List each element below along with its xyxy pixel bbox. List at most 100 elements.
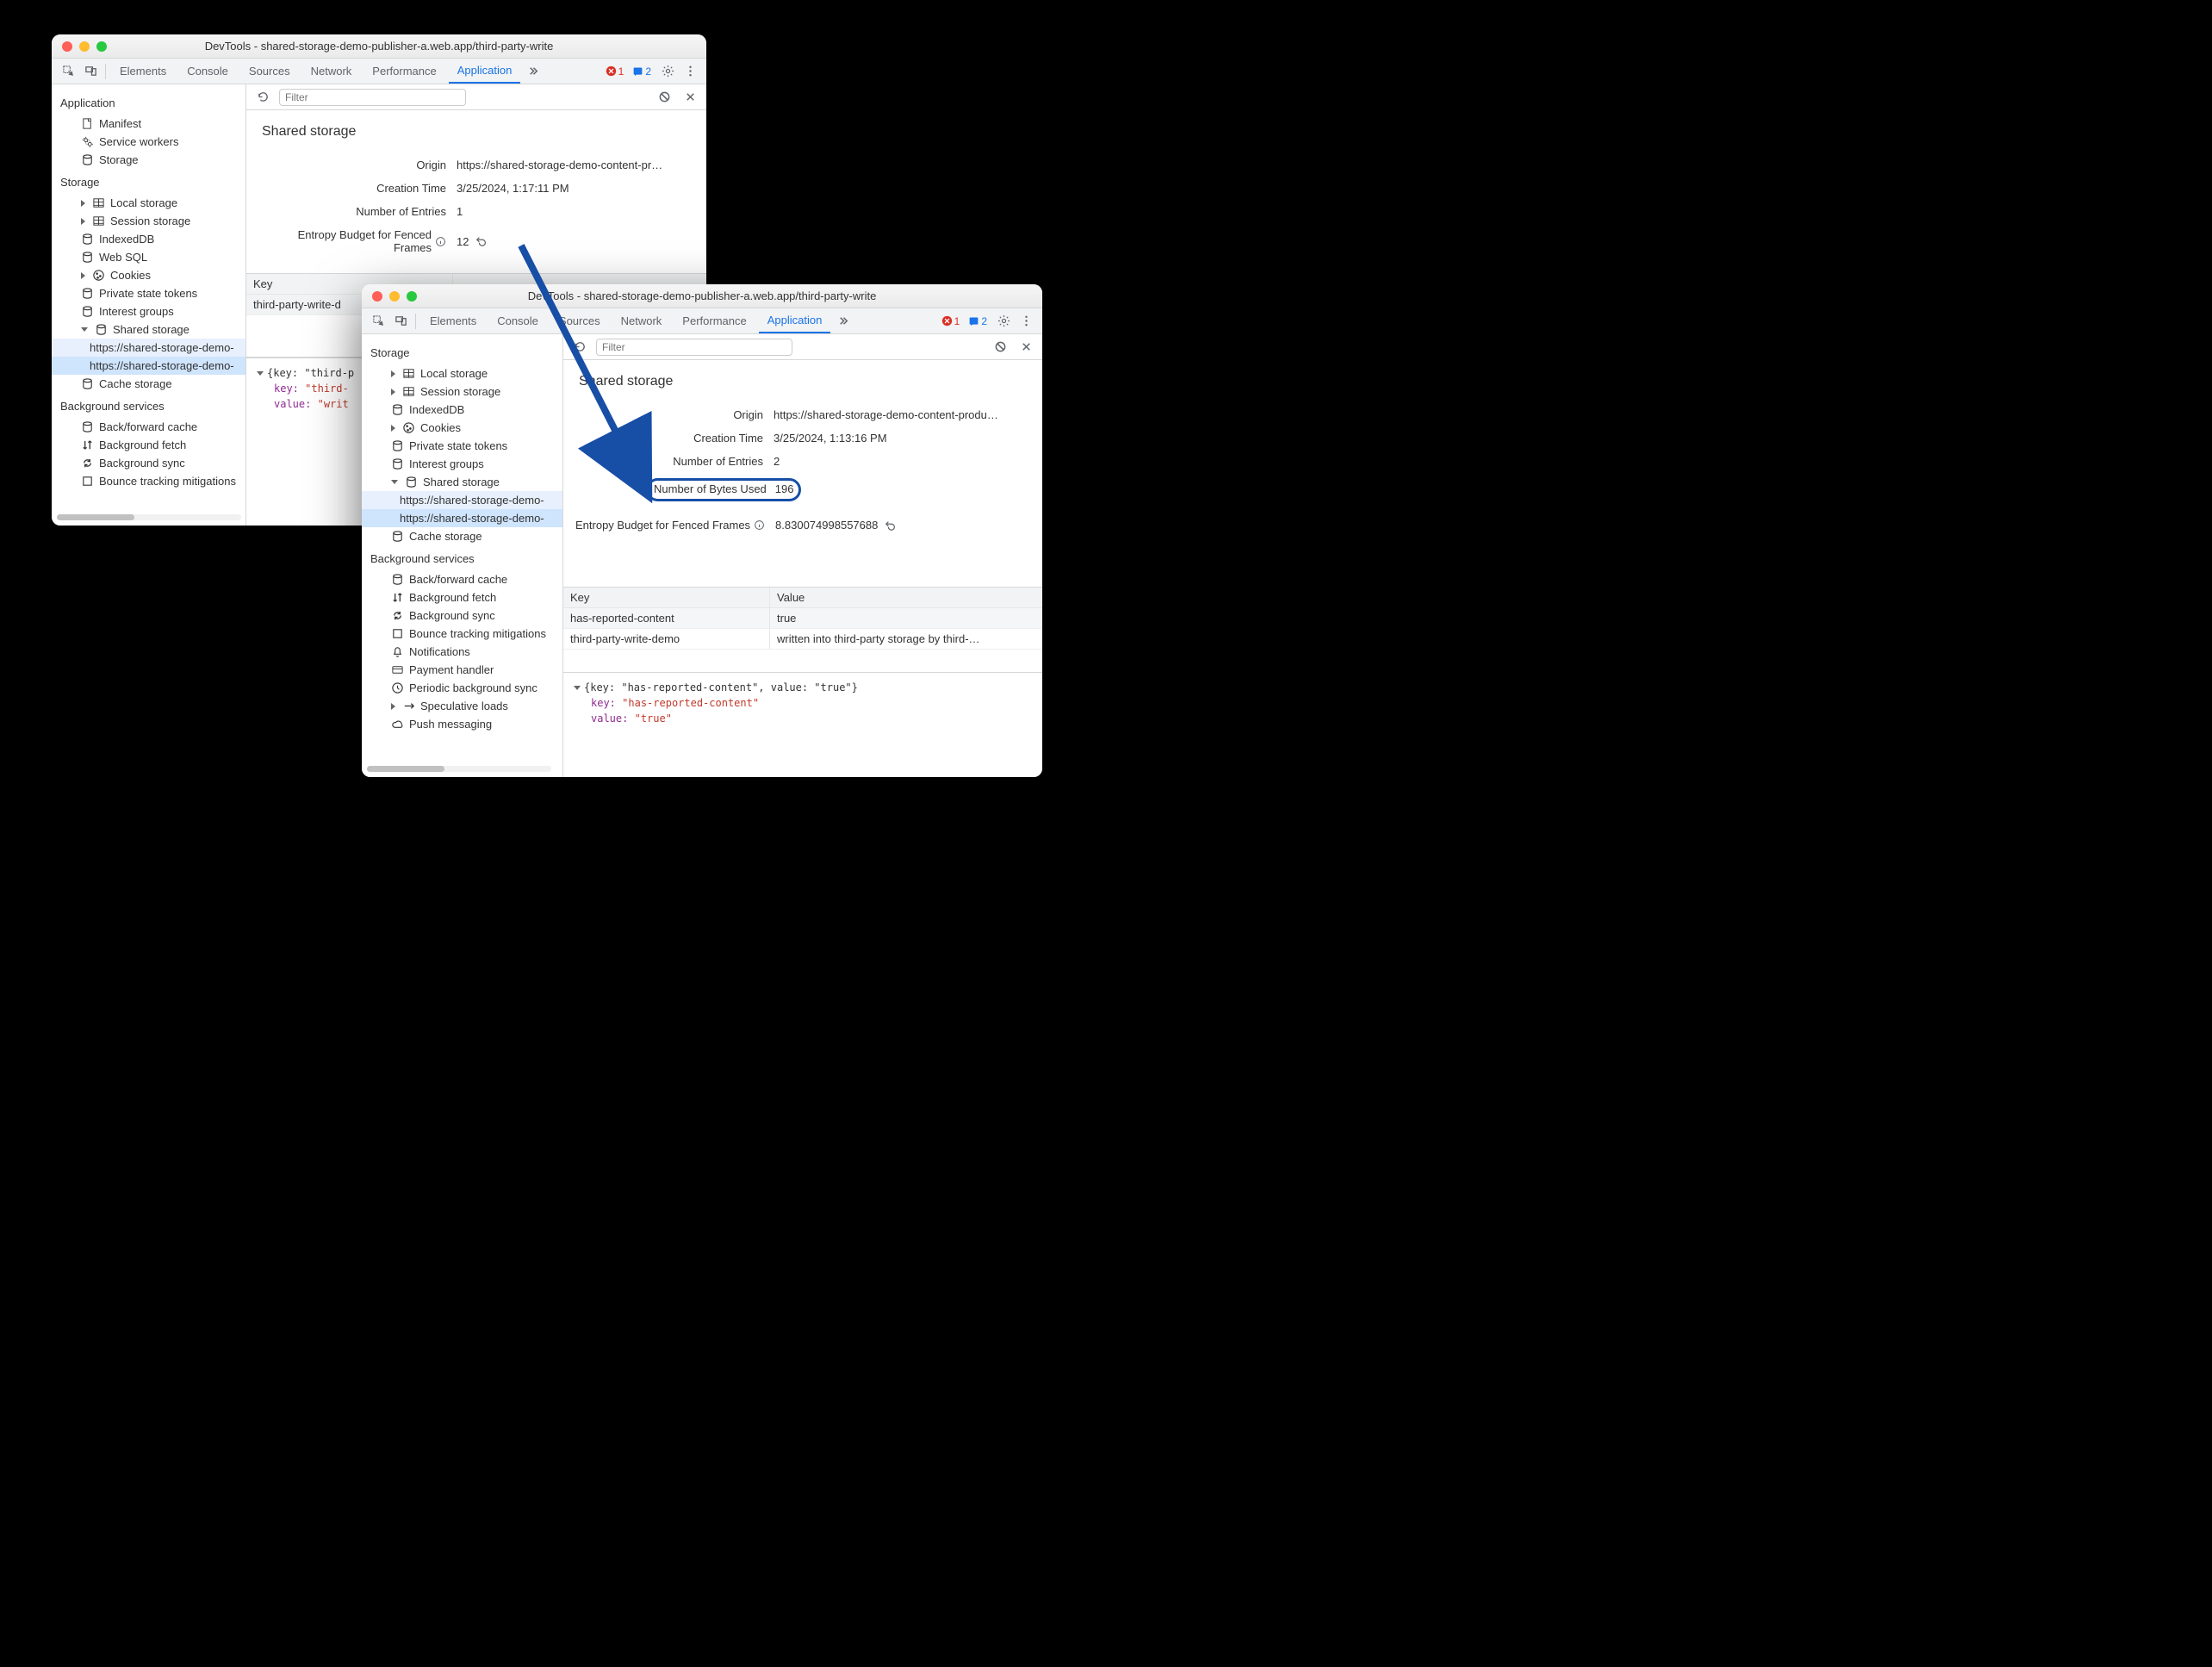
- sidebar-item-session-storage[interactable]: Session storage: [52, 212, 245, 230]
- tab-sources[interactable]: Sources: [550, 308, 609, 333]
- sidebar-item-bounce-tracking[interactable]: Bounce tracking mitigations: [362, 625, 562, 643]
- reset-entropy-icon[interactable]: [885, 519, 897, 532]
- sidebar-item-cookies[interactable]: Cookies: [52, 266, 245, 284]
- row-creation-time: Creation Time3/25/2024, 1:13:16 PM: [575, 426, 1030, 450]
- sidebar-item-push-messaging[interactable]: Push messaging: [362, 715, 562, 733]
- horizontal-scrollbar[interactable]: [367, 766, 551, 772]
- filter-toolbar: [563, 334, 1042, 360]
- sidebar-item-interest-groups[interactable]: Interest groups: [362, 455, 562, 473]
- zoom-window-button[interactable]: [96, 41, 107, 52]
- devtools-window-front: DevTools - shared-storage-demo-publisher…: [362, 284, 1042, 777]
- device-toggle-icon[interactable]: [391, 312, 410, 331]
- row-num-bytes-used: Number of Bytes Used 196: [575, 473, 1030, 507]
- sidebar-item-storage[interactable]: Storage: [52, 151, 245, 169]
- sidebar-item-web-sql[interactable]: Web SQL: [52, 248, 245, 266]
- sidebar-item-periodic-bg-sync[interactable]: Periodic background sync: [362, 679, 562, 697]
- settings-gear-icon[interactable]: [994, 312, 1013, 331]
- sidebar-item-session-storage[interactable]: Session storage: [362, 383, 562, 401]
- sidebar-item-local-storage[interactable]: Local storage: [52, 194, 245, 212]
- sidebar-item-interest-groups[interactable]: Interest groups: [52, 302, 245, 320]
- inspect-element-icon[interactable]: [369, 312, 388, 331]
- settings-gear-icon[interactable]: [658, 62, 677, 81]
- table-row[interactable]: has-reported-contenttrue: [563, 608, 1042, 629]
- sidebar-item-speculative-loads[interactable]: Speculative loads: [362, 697, 562, 715]
- refresh-icon[interactable]: [253, 88, 272, 107]
- sidebar-item-background-sync[interactable]: Background sync: [362, 606, 562, 625]
- col-value[interactable]: Value: [770, 588, 1042, 607]
- sidebar-item-payment-handler[interactable]: Payment handler: [362, 661, 562, 679]
- minimize-window-button[interactable]: [389, 291, 400, 302]
- sidebar-item-local-storage[interactable]: Local storage: [362, 364, 562, 383]
- clear-icon[interactable]: [991, 338, 1010, 357]
- close-window-button[interactable]: [372, 291, 382, 302]
- devtools-tabs: Elements Console Sources Network Perform…: [52, 59, 706, 84]
- tab-application[interactable]: Application: [449, 59, 521, 84]
- filter-input[interactable]: [279, 89, 466, 106]
- sidebar-item-shared-storage[interactable]: Shared storage: [362, 473, 562, 491]
- tab-sources[interactable]: Sources: [240, 59, 299, 84]
- sidebar-item-cache-storage[interactable]: Cache storage: [52, 375, 245, 393]
- object-preview: {key: "has-reported-content", value: "tr…: [563, 672, 1042, 733]
- sidebar-item-bounce-tracking[interactable]: Bounce tracking mitigations: [52, 472, 245, 490]
- device-toggle-icon[interactable]: [81, 62, 100, 81]
- inspect-element-icon[interactable]: [59, 62, 78, 81]
- filter-input[interactable]: [596, 339, 792, 356]
- tab-performance[interactable]: Performance: [363, 59, 444, 84]
- close-panel-icon[interactable]: [1016, 338, 1035, 357]
- row-origin: Originhttps://shared-storage-demo-conten…: [575, 403, 1030, 426]
- horizontal-scrollbar[interactable]: [57, 514, 241, 520]
- traffic-lights: [52, 41, 107, 52]
- sidebar-item-cache-storage[interactable]: Cache storage: [362, 527, 562, 545]
- sidebar-item-manifest[interactable]: Manifest: [52, 115, 245, 133]
- shared-storage-origin-1[interactable]: https://shared-storage-demo-: [52, 339, 245, 357]
- shared-storage-origin-2[interactable]: https://shared-storage-demo-: [52, 357, 245, 375]
- tab-application[interactable]: Application: [759, 308, 831, 333]
- kebab-menu-icon[interactable]: [1016, 312, 1035, 331]
- titlebar: DevTools - shared-storage-demo-publisher…: [52, 34, 706, 59]
- sidebar-item-cookies[interactable]: Cookies: [362, 419, 562, 437]
- sidebar-item-bfcache[interactable]: Back/forward cache: [362, 570, 562, 588]
- tab-network[interactable]: Network: [302, 59, 361, 84]
- more-tabs-chevron-icon[interactable]: [524, 62, 543, 81]
- filter-toolbar: [246, 84, 706, 110]
- sidebar-item-bfcache[interactable]: Back/forward cache: [52, 418, 245, 436]
- clear-icon[interactable]: [655, 88, 674, 107]
- shared-storage-origin-1[interactable]: https://shared-storage-demo-: [362, 491, 562, 509]
- tab-elements[interactable]: Elements: [111, 59, 175, 84]
- sidebar-item-service-workers[interactable]: Service workers: [52, 133, 245, 151]
- tab-console[interactable]: Console: [178, 59, 237, 84]
- tab-network[interactable]: Network: [612, 308, 671, 333]
- zoom-window-button[interactable]: [407, 291, 417, 302]
- error-indicator[interactable]: 1: [941, 315, 960, 327]
- row-entropy-budget: Entropy Budget for Fenced Frames 12: [258, 223, 694, 259]
- sidebar-item-background-sync[interactable]: Background sync: [52, 454, 245, 472]
- close-panel-icon[interactable]: [680, 88, 699, 107]
- kebab-menu-icon[interactable]: [680, 62, 699, 81]
- tab-console[interactable]: Console: [488, 308, 547, 333]
- error-indicator[interactable]: 1: [606, 65, 624, 78]
- sidebar-item-background-fetch[interactable]: Background fetch: [52, 436, 245, 454]
- close-window-button[interactable]: [62, 41, 72, 52]
- panel-title: Shared storage: [258, 119, 694, 153]
- more-tabs-chevron-icon[interactable]: [834, 312, 853, 331]
- section-background-services: Background services: [362, 545, 562, 570]
- sidebar-item-indexeddb[interactable]: IndexedDB: [362, 401, 562, 419]
- tab-elements[interactable]: Elements: [421, 308, 485, 333]
- issues-indicator[interactable]: 2: [632, 65, 651, 78]
- refresh-icon[interactable]: [570, 338, 589, 357]
- table-row[interactable]: third-party-write-demowritten into third…: [563, 629, 1042, 650]
- tab-performance[interactable]: Performance: [674, 308, 755, 333]
- sidebar-item-background-fetch[interactable]: Background fetch: [362, 588, 562, 606]
- section-storage: Storage: [362, 339, 562, 364]
- sidebar-item-notifications[interactable]: Notifications: [362, 643, 562, 661]
- sidebar-item-private-state-tokens[interactable]: Private state tokens: [362, 437, 562, 455]
- issues-indicator[interactable]: 2: [968, 315, 987, 327]
- titlebar: DevTools - shared-storage-demo-publisher…: [362, 284, 1042, 308]
- shared-storage-origin-2[interactable]: https://shared-storage-demo-: [362, 509, 562, 527]
- col-key[interactable]: Key: [563, 588, 770, 607]
- reset-entropy-icon[interactable]: [475, 235, 488, 247]
- minimize-window-button[interactable]: [79, 41, 90, 52]
- sidebar-item-shared-storage[interactable]: Shared storage: [52, 320, 245, 339]
- sidebar-item-indexeddb[interactable]: IndexedDB: [52, 230, 245, 248]
- sidebar-item-private-state-tokens[interactable]: Private state tokens: [52, 284, 245, 302]
